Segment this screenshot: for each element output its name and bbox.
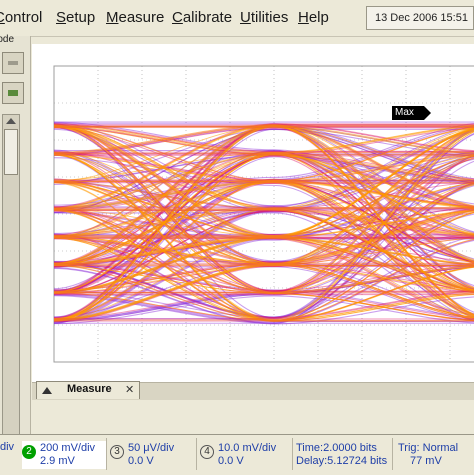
channel-2-badge: 2 xyxy=(22,445,36,459)
eye-traces xyxy=(53,121,474,325)
divider xyxy=(392,438,393,470)
scroll-thumb[interactable] xyxy=(4,129,18,175)
max-marker[interactable]: Max xyxy=(392,106,431,120)
divider xyxy=(106,438,107,470)
expand-up-icon[interactable] xyxy=(42,387,52,394)
channel-2-scale: 200 mV/div xyxy=(40,442,96,454)
measure-tab[interactable]: Measure ✕ xyxy=(36,381,140,399)
menu-bar: Control Setup Measure Calibrate Utilitie… xyxy=(0,0,474,37)
channel-4-offset: 0.0 V xyxy=(218,455,244,467)
channel-3-readout[interactable]: 3 50 μV/div 0.0 V xyxy=(110,441,194,469)
divider xyxy=(196,438,197,470)
run-button[interactable] xyxy=(2,82,24,104)
measure-area xyxy=(32,400,474,434)
channel-2-readout[interactable]: 2 200 mV/div 2.9 mV xyxy=(22,441,106,469)
trigger-readout[interactable]: Trig: Normal 77 mV xyxy=(396,441,472,469)
panel-scrollbar[interactable] xyxy=(2,114,20,464)
timebase-readout[interactable]: Time:2.0000 bits Delay:5.12724 bits xyxy=(294,441,390,469)
button-indicator xyxy=(8,61,18,65)
measure-tab-label: Measure xyxy=(67,383,112,395)
menu-measure[interactable]: Measure xyxy=(106,9,164,26)
run-indicator-icon xyxy=(8,90,18,96)
channel-3-offset: 0.0 V xyxy=(128,455,154,467)
channel-4-badge: 4 xyxy=(200,445,214,459)
mode-label: Mode xyxy=(0,34,15,45)
menu-setup[interactable]: Setup xyxy=(56,9,95,26)
channel-4-readout[interactable]: 4 10.0 mV/div 0.0 V xyxy=(200,441,290,469)
menu-control[interactable]: Control xyxy=(0,9,42,26)
divider xyxy=(292,438,293,470)
timebase-scale: Time:2.0000 bits xyxy=(296,442,377,454)
channel-4-scale: 10.0 mV/div xyxy=(218,442,277,454)
timebase-delay: Delay:5.12724 bits xyxy=(296,455,388,467)
channel-3-badge: 3 xyxy=(110,445,124,459)
partial-channel-label: div xyxy=(0,441,15,453)
left-control-panel: Mode xyxy=(0,34,31,472)
close-icon[interactable]: ✕ xyxy=(125,383,134,396)
trigger-level: 77 mV xyxy=(410,455,442,467)
trigger-mode: Trig: Normal xyxy=(398,442,459,454)
menu-calibrate[interactable]: Calibrate xyxy=(172,9,232,26)
channel-2-offset: 2.9 mV xyxy=(40,455,75,467)
eye-diagram xyxy=(53,65,474,363)
scroll-up-icon[interactable] xyxy=(6,118,16,124)
menu-utilities[interactable]: Utilities xyxy=(240,9,288,26)
menu-help[interactable]: Help xyxy=(298,9,329,26)
panel-button-1[interactable] xyxy=(2,52,24,74)
waveform-display[interactable]: Max xyxy=(32,44,474,382)
date-time-display: 13 Dec 2006 15:51 xyxy=(366,6,474,30)
channel-3-scale: 50 μV/div xyxy=(128,442,175,454)
